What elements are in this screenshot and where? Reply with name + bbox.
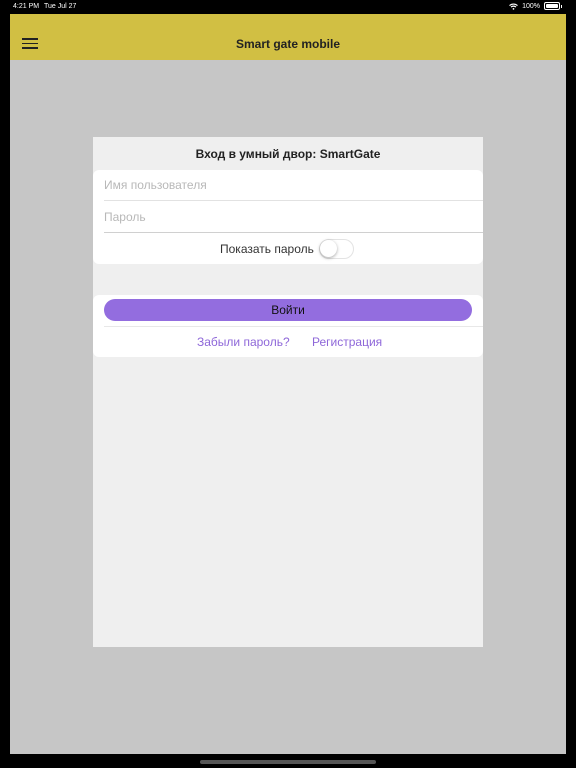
divider: [104, 326, 483, 327]
forgot-password-link[interactable]: Забыли пароль?: [197, 335, 290, 349]
navbar: Smart gate mobile: [10, 14, 566, 60]
toggle-knob: [320, 240, 337, 257]
battery-icon: [544, 2, 560, 10]
credentials-card: Показать пароль: [93, 170, 483, 264]
page-title: Smart gate mobile: [235, 37, 341, 51]
show-password-label: Показать пароль: [220, 242, 314, 256]
password-input[interactable]: [104, 202, 483, 233]
show-password-row: Показать пароль: [93, 234, 483, 264]
wifi-icon: [509, 3, 518, 10]
login-button[interactable]: Войти: [104, 299, 472, 321]
battery-percent: 100%: [522, 2, 540, 10]
username-input[interactable]: [104, 170, 483, 201]
status-bar: 4:21 PM Tue Jul 27 100%: [0, 0, 576, 14]
home-indicator[interactable]: [200, 760, 376, 764]
status-time: 4:21 PM: [13, 3, 40, 10]
login-title: Вход в умный двор: SmartGate: [195, 147, 381, 161]
register-link[interactable]: Регистрация: [312, 335, 382, 349]
login-panel: Вход в умный двор: SmartGate Показать па…: [93, 137, 483, 647]
actions-card: Войти Забыли пароль? Регистрация: [93, 295, 483, 357]
app-window: Smart gate mobile Вход в умный двор: Sma…: [10, 14, 566, 754]
status-date: Tue Jul 27: [44, 3, 77, 10]
battery-tip: [561, 4, 562, 8]
show-password-toggle[interactable]: [319, 239, 354, 259]
status-right: 100%: [509, 2, 562, 10]
